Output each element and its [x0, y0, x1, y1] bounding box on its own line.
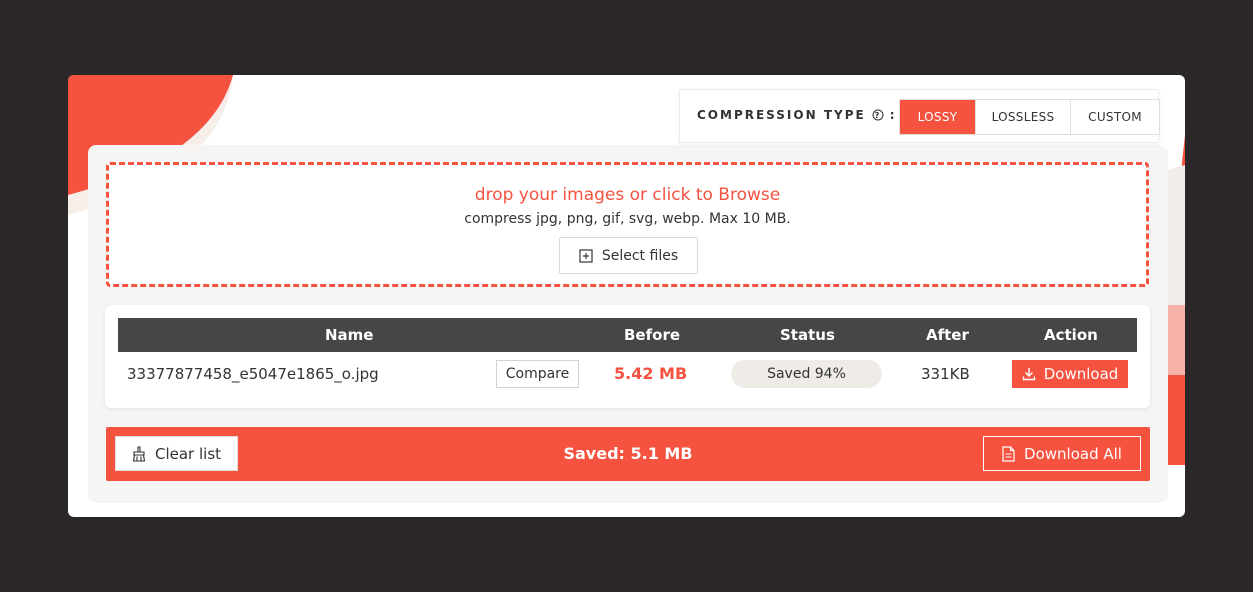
- compare-button[interactable]: Compare: [496, 360, 579, 388]
- download-button[interactable]: Download: [1012, 360, 1128, 388]
- compression-type-colon: :: [889, 108, 897, 122]
- download-icon: [1022, 368, 1035, 381]
- download-all-label: Download All: [1024, 444, 1122, 463]
- download-label: Download: [1043, 365, 1119, 383]
- header-before: Before: [624, 326, 681, 344]
- compression-type-selector: LOSSY LOSSLESS CUSTOM: [899, 99, 1160, 135]
- size-after: 331KB: [921, 365, 970, 383]
- table-row: 33377877458_e5047e1865_o.jpg Compare 5.4…: [118, 359, 1137, 389]
- svg-text:?: ?: [874, 111, 881, 120]
- header-status: Status: [780, 326, 835, 344]
- size-before: 5.42 MB: [614, 364, 688, 383]
- option-lossless-button[interactable]: LOSSLESS: [976, 100, 1071, 134]
- footer-bar: Clear list Saved: 5.1 MB Download All: [106, 427, 1150, 481]
- header-after: After: [926, 326, 969, 344]
- dropzone-subtitle: compress jpg, png, gif, svg, webp. Max 1…: [464, 211, 791, 227]
- header-name: Name: [325, 326, 374, 344]
- download-all-button[interactable]: Download All: [983, 436, 1141, 471]
- question-circle-icon[interactable]: ?: [872, 109, 884, 121]
- compressor-card: COMPRESSION TYPE ? : LOSSY LOSSLESS CUST…: [68, 75, 1185, 517]
- file-table: Name Before Status After Action 33377877…: [105, 305, 1150, 408]
- compression-type-text: COMPRESSION TYPE: [697, 108, 866, 122]
- compression-type-label: COMPRESSION TYPE ? :: [697, 108, 897, 122]
- compression-type-bar: COMPRESSION TYPE ? : LOSSY LOSSLESS CUST…: [679, 89, 1160, 143]
- header-action: Action: [1044, 326, 1098, 344]
- dropzone-title[interactable]: drop your images or click to Browse: [109, 185, 1146, 205]
- status-badge: Saved 94%: [731, 360, 882, 388]
- file-name: 33377877458_e5047e1865_o.jpg: [127, 365, 379, 383]
- table-header: Name Before Status After Action: [118, 318, 1137, 352]
- file-icon: [1002, 445, 1015, 462]
- select-files-label: Select files: [601, 247, 679, 264]
- plus-square-icon: [579, 248, 593, 263]
- dropzone[interactable]: drop your images or click to Browse comp…: [106, 162, 1149, 287]
- option-custom-button[interactable]: CUSTOM: [1071, 100, 1159, 134]
- select-files-button[interactable]: Select files: [559, 237, 698, 274]
- option-lossy-button[interactable]: LOSSY: [900, 100, 976, 134]
